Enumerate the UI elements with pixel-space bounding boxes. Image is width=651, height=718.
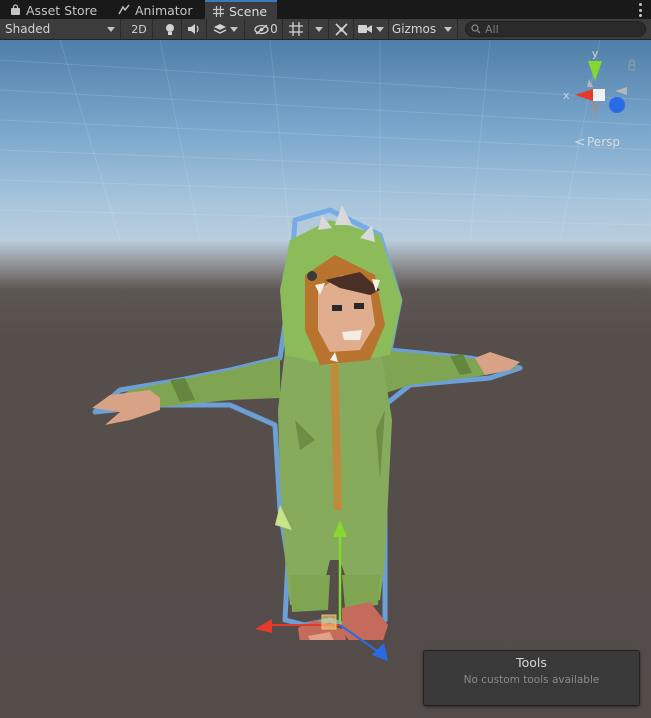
tab-label: Animator	[135, 2, 193, 18]
draw-mode-label: Shaded	[5, 22, 51, 36]
y-axis-arrow-icon[interactable]	[333, 520, 347, 537]
search-placeholder: All	[485, 22, 499, 36]
hidden-objects-toggle[interactable]: 0	[250, 19, 283, 39]
cross-tools-icon	[334, 22, 348, 36]
gizmos-button[interactable]: Gizmos	[389, 19, 439, 39]
chevron-down-icon	[444, 26, 452, 32]
tab-bar: Asset Store Animator Scene	[0, 0, 651, 20]
animator-icon	[118, 4, 130, 15]
gizmo-center-cube[interactable]	[593, 89, 605, 101]
perspective-icon	[575, 138, 585, 146]
lock-icon[interactable]	[628, 59, 635, 71]
chevron-down-icon	[107, 26, 115, 32]
scene-viewport[interactable]: y x Persp Tools No custom tools availabl…	[0, 40, 651, 718]
gizmo-y-label: y	[592, 47, 599, 60]
z-axis-cone[interactable]	[609, 97, 625, 113]
x-axis-arrow-icon[interactable]	[255, 619, 272, 633]
grid-hash-icon	[213, 5, 224, 17]
gizmos-dropdown[interactable]	[439, 19, 458, 39]
x-axis-cone[interactable]	[575, 89, 593, 101]
neg-z-axis-cone[interactable]	[587, 79, 593, 87]
tools-toggle-button[interactable]	[329, 19, 354, 39]
grid-toggle-button[interactable]	[283, 19, 309, 39]
hidden-count: 0	[270, 22, 278, 36]
effects-dropdown[interactable]	[207, 19, 245, 39]
scene-orientation-gizmo[interactable]: y x	[555, 47, 635, 132]
draw-mode-dropdown[interactable]: Shaded	[0, 19, 121, 39]
grid-options-dropdown[interactable]	[309, 19, 329, 39]
tab-label: Asset Store	[26, 2, 98, 18]
tools-overlay-title: Tools	[516, 655, 547, 670]
move-tool-handle[interactable]	[250, 515, 400, 665]
lightbulb-icon	[165, 23, 174, 35]
lighting-toggle-button[interactable]	[158, 19, 182, 39]
gizmo-x-label: x	[563, 89, 570, 102]
neg-x-axis-cone[interactable]	[615, 87, 627, 95]
tab-animator[interactable]: Animator	[110, 0, 200, 20]
grid-icon	[288, 22, 303, 36]
chevron-down-icon	[314, 26, 323, 32]
search-icon	[471, 24, 481, 34]
kebab-menu-icon[interactable]	[637, 3, 643, 17]
z-axis-handle[interactable]	[339, 624, 381, 654]
camera-icon	[358, 25, 372, 33]
tab-scene[interactable]: Scene	[205, 0, 277, 20]
projection-label: Persp	[587, 135, 620, 149]
tools-overlay-panel[interactable]: Tools No custom tools available	[423, 650, 640, 706]
2d-label: 2D	[131, 22, 147, 36]
tab-label: Scene	[229, 3, 268, 19]
tools-overlay-message: No custom tools available	[463, 674, 600, 686]
gizmos-label: Gizmos	[391, 22, 437, 36]
audio-toggle-button[interactable]	[182, 19, 207, 39]
z-axis-arrow-icon[interactable]	[372, 643, 388, 661]
camera-settings-dropdown[interactable]	[354, 19, 389, 39]
tab-asset-store[interactable]: Asset Store	[2, 0, 105, 20]
plane-handle[interactable]	[321, 614, 337, 630]
chevron-down-icon	[376, 26, 384, 32]
shopping-bag-icon	[11, 4, 20, 15]
scene-toolbar: Shaded 2D 0 Gizmos All	[0, 19, 651, 40]
y-axis-cone[interactable]	[588, 61, 602, 81]
projection-toggle[interactable]: Persp	[575, 135, 620, 149]
neg-y-axis-cone[interactable]	[591, 103, 599, 117]
search-input[interactable]: All	[465, 21, 646, 37]
layers-icon	[213, 24, 227, 34]
speaker-icon	[188, 24, 199, 34]
2d-toggle-button[interactable]: 2D	[126, 19, 153, 39]
chevron-down-icon	[230, 26, 238, 32]
eye-slash-icon	[254, 23, 269, 35]
